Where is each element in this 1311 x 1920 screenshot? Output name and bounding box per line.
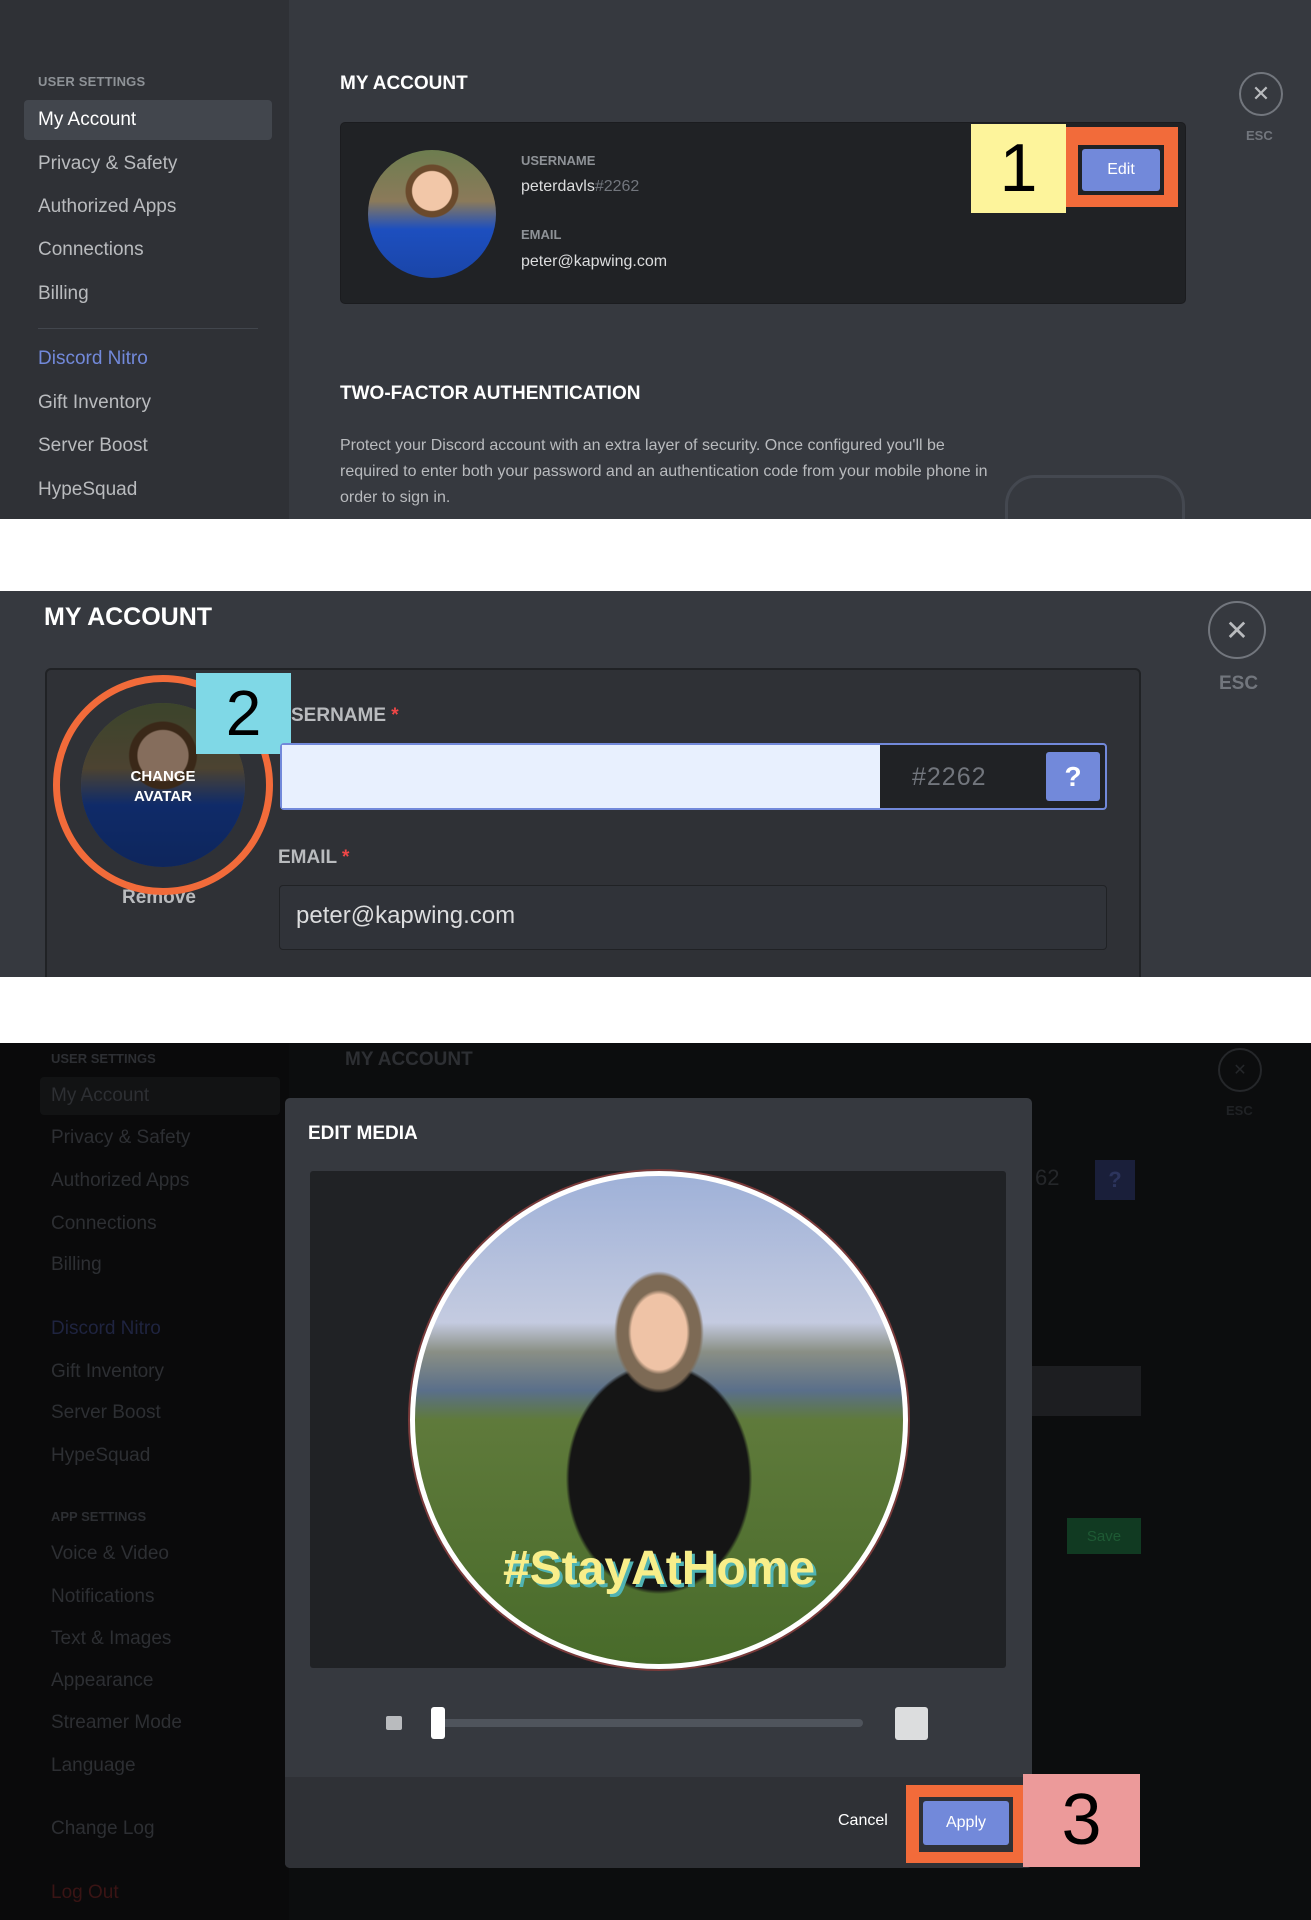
panel-edit-account: MY ACCOUNT ✕ ESC CHANGE AVATAR Remove 2 … bbox=[0, 591, 1311, 977]
zoom-slider[interactable] bbox=[437, 1719, 863, 1727]
bg-input bbox=[1032, 1366, 1141, 1416]
username-field: #2262 ? bbox=[280, 743, 1107, 810]
sidebar-item-connections[interactable]: Connections bbox=[38, 239, 144, 261]
settings-sidebar: USER SETTINGS My Account Privacy & Safet… bbox=[0, 0, 289, 519]
email-label-text: EMAIL bbox=[278, 847, 337, 868]
username: peterdavls bbox=[521, 178, 595, 195]
zoom-slider-handle[interactable] bbox=[431, 1707, 445, 1739]
sidebar-item-server-boost[interactable]: Server Boost bbox=[38, 435, 148, 457]
bg-help: ? bbox=[1095, 1160, 1135, 1200]
sidebar-item-hypesquad[interactable]: HypeSquad bbox=[38, 479, 137, 501]
panel-account-overview: USER SETTINGS My Account Privacy & Safet… bbox=[0, 0, 1311, 519]
sidebar-header: USER SETTINGS bbox=[38, 74, 146, 89]
edit-button[interactable]: Edit bbox=[1082, 149, 1160, 191]
avatar bbox=[368, 150, 496, 278]
esc-label: ESC bbox=[1246, 128, 1273, 143]
esc-label: ESC bbox=[1219, 673, 1259, 694]
avatar-crop-preview[interactable]: #StayAtHome bbox=[410, 1171, 908, 1669]
bg-item: Voice & Video bbox=[51, 1543, 169, 1564]
bg-item-nitro: Discord Nitro bbox=[51, 1318, 161, 1339]
photo-overlay-text: #StayAtHome bbox=[502, 1542, 816, 1595]
bg-log-out: Log Out bbox=[51, 1882, 119, 1903]
apply-button[interactable]: Apply bbox=[923, 1801, 1009, 1845]
bg-item: Billing bbox=[51, 1254, 102, 1275]
username-label-text: SERNAME bbox=[291, 705, 387, 726]
username-label: USERNAME bbox=[521, 153, 596, 168]
bg-item: Text & Images bbox=[51, 1628, 172, 1649]
close-icon: ✕ bbox=[1251, 81, 1271, 106]
bg-discriminator: 62 bbox=[1035, 1165, 1060, 1190]
bg-item: Appearance bbox=[51, 1670, 154, 1691]
sidebar-item-privacy[interactable]: Privacy & Safety bbox=[38, 153, 177, 175]
sidebar-item-my-account[interactable]: My Account bbox=[38, 109, 136, 131]
username-label: SERNAME * bbox=[291, 705, 399, 727]
sidebar-item-authorized-apps[interactable]: Authorized Apps bbox=[38, 196, 176, 218]
sidebar-item-billing[interactable]: Billing bbox=[38, 283, 89, 305]
sidebar-item-gift-inventory[interactable]: Gift Inventory bbox=[38, 392, 151, 414]
bg-item: Authorized Apps bbox=[51, 1170, 190, 1191]
bg-save: Save bbox=[1067, 1518, 1141, 1554]
username-input[interactable] bbox=[282, 745, 880, 808]
bg-item: Language bbox=[51, 1755, 136, 1776]
panel-edit-media: USER SETTINGS My Account Privacy & Safet… bbox=[0, 1043, 1311, 1920]
bg-item: Notifications bbox=[51, 1586, 155, 1607]
zoom-out-image-icon bbox=[386, 1716, 402, 1730]
twofa-title: TWO-FACTOR AUTHENTICATION bbox=[340, 383, 641, 404]
bg-item: Privacy & Safety bbox=[51, 1127, 191, 1148]
zoom-in-image-icon bbox=[895, 1707, 928, 1740]
bg-item: Server Boost bbox=[51, 1402, 161, 1423]
step-3-marker: 3 bbox=[1023, 1774, 1140, 1867]
bg-item: Gift Inventory bbox=[51, 1361, 164, 1382]
bg-close-icon: ✕ bbox=[1218, 1048, 1262, 1092]
bg-item: HypeSquad bbox=[51, 1445, 151, 1466]
crop-area[interactable]: #StayAtHome bbox=[310, 1171, 1006, 1669]
cancel-button[interactable]: Cancel bbox=[838, 1812, 888, 1830]
sidebar-item-nitro[interactable]: Discord Nitro bbox=[38, 348, 148, 370]
email-label: EMAIL * bbox=[278, 847, 349, 869]
page-title: MY ACCOUNT bbox=[44, 603, 213, 631]
bg-change-log: Change Log bbox=[51, 1818, 155, 1839]
step-2-marker: 2 bbox=[196, 673, 291, 754]
bg-title: MY ACCOUNT bbox=[345, 1049, 473, 1070]
required-mark: * bbox=[391, 705, 399, 726]
close-button[interactable]: ✕ bbox=[1239, 72, 1283, 116]
bg-item: My Account bbox=[51, 1085, 150, 1106]
modal-title: EDIT MEDIA bbox=[308, 1123, 418, 1144]
help-button[interactable]: ? bbox=[1046, 752, 1100, 801]
page-title: MY ACCOUNT bbox=[340, 73, 468, 94]
bg-item: Streamer Mode bbox=[51, 1712, 182, 1733]
twofa-description: Protect your Discord account with an ext… bbox=[340, 437, 988, 506]
bg-item: Connections bbox=[51, 1213, 157, 1234]
discriminator: #2262 bbox=[594, 178, 640, 195]
close-icon: ✕ bbox=[1225, 614, 1249, 646]
twofa-illustration bbox=[1005, 475, 1185, 519]
required-mark: * bbox=[342, 847, 350, 868]
email-value: peter@kapwing.com bbox=[521, 253, 668, 270]
email-label: EMAIL bbox=[521, 227, 562, 242]
bg-user-settings: USER SETTINGS bbox=[51, 1051, 156, 1066]
sidebar-divider bbox=[38, 328, 258, 329]
username-value: peterdavls#2262 bbox=[521, 178, 639, 196]
email-input[interactable]: peter@kapwing.com bbox=[279, 885, 1107, 950]
discriminator: #2262 bbox=[912, 763, 987, 791]
bg-app-settings: APP SETTINGS bbox=[51, 1509, 147, 1524]
bg-esc: ESC bbox=[1226, 1103, 1253, 1118]
edit-media-modal: EDIT MEDIA #StayAtHome Cancel bbox=[285, 1098, 1032, 1868]
step-1-marker: 1 bbox=[971, 124, 1066, 213]
close-button[interactable]: ✕ bbox=[1208, 601, 1266, 659]
